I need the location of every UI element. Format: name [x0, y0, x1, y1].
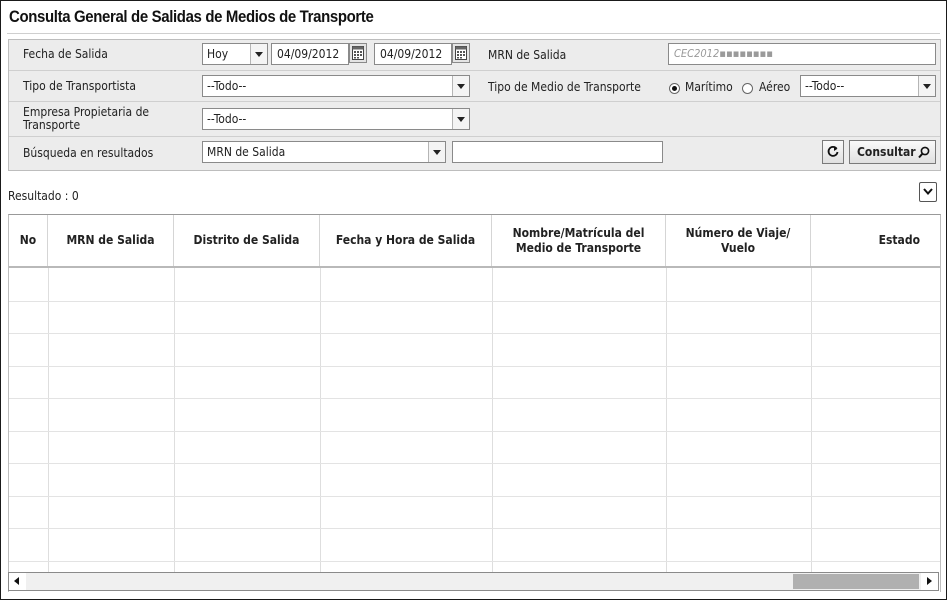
horizontal-scrollbar[interactable] [8, 572, 939, 591]
result-count: Resultado : 0 [8, 189, 79, 203]
medio-transporte-value: --Todo-- [805, 79, 845, 93]
refresh-icon [827, 146, 839, 157]
fecha-salida-label: Fecha de Salida [23, 47, 108, 61]
medio-transporte-select[interactable]: --Todo-- [800, 75, 936, 97]
tipo-medio-label: Tipo de Medio de Transporte [488, 80, 641, 94]
col-header-nombre-matricula[interactable]: Nombre/Matrícula del Medio de Transporte [492, 215, 666, 266]
page-title: Consulta General de Salidas de Medios de… [9, 7, 374, 26]
col-header-distrito[interactable]: Distrito de Salida [174, 215, 320, 266]
col-header-numero-viaje[interactable]: Número de Viaje/ Vuelo [666, 215, 811, 266]
table-header: No MRN de Salida Distrito de Salida Fech… [9, 215, 940, 268]
mrn-salida-input[interactable]: CEC2012▪▪▪▪▪▪▪▪ [668, 43, 936, 65]
aereo-radio[interactable] [742, 83, 753, 94]
fecha-period-select[interactable]: Hoy [202, 43, 268, 65]
busqueda-field-select[interactable]: MRN de Salida [202, 141, 446, 163]
scrollbar-thumb[interactable] [793, 574, 919, 589]
maritimo-radio[interactable] [669, 83, 680, 94]
search-form: Fecha de Salida Hoy 04/09/2012 04/09/201… [8, 39, 941, 171]
calendar-icon[interactable] [349, 43, 367, 63]
chevron-down-icon [452, 109, 469, 129]
results-table: No MRN de Salida Distrito de Salida Fech… [8, 214, 941, 592]
window: Consulta General de Salidas de Medios de… [0, 0, 947, 600]
consultar-label: Consultar [857, 145, 916, 159]
title-divider [7, 33, 940, 34]
empresa-value: --Todo-- [207, 112, 247, 126]
fecha-period-value: Hoy [207, 47, 229, 61]
maritimo-label: Marítimo [685, 80, 733, 94]
form-row-busqueda: Búsqueda en resultados MRN de Salida Con… [9, 137, 940, 170]
search-icon [918, 146, 930, 159]
scroll-left-arrow-icon[interactable] [9, 573, 26, 590]
col-header-estado[interactable]: Estado [811, 215, 940, 266]
scroll-right-arrow-icon[interactable] [921, 573, 938, 590]
form-row-transportista: Tipo de Transportista --Todo-- Tipo de M… [9, 71, 940, 102]
chevron-down-icon [452, 76, 469, 96]
fecha-hasta-input[interactable]: 04/09/2012 [374, 43, 452, 65]
refresh-button[interactable] [822, 140, 844, 164]
col-header-fecha-hora[interactable]: Fecha y Hora de Salida [320, 215, 492, 266]
tipo-transportista-select[interactable]: --Todo-- [202, 75, 470, 97]
aereo-label: Aéreo [759, 80, 791, 94]
form-row-empresa: Empresa Propietaria de Transporte --Todo… [9, 102, 940, 137]
collapse-button[interactable] [919, 182, 937, 202]
busqueda-text-input[interactable] [452, 141, 663, 163]
chevron-down-icon [428, 142, 445, 162]
empresa-label: Empresa Propietaria de Transporte [23, 105, 150, 132]
form-row-fecha: Fecha de Salida Hoy 04/09/2012 04/09/201… [9, 40, 940, 71]
busqueda-field-value: MRN de Salida [207, 145, 286, 159]
tipo-transportista-value: --Todo-- [207, 79, 247, 93]
chevron-down-icon [918, 76, 935, 96]
chevron-down-icon [250, 44, 267, 64]
chevron-down-icon [923, 188, 933, 196]
fecha-desde-input[interactable]: 04/09/2012 [271, 43, 349, 65]
tipo-transportista-label: Tipo de Transportista [23, 79, 136, 93]
mrn-salida-label: MRN de Salida [488, 48, 567, 62]
col-header-no[interactable]: No [9, 215, 48, 266]
busqueda-label: Búsqueda en resultados [23, 146, 154, 160]
empresa-select[interactable]: --Todo-- [202, 108, 470, 130]
col-header-mrn[interactable]: MRN de Salida [48, 215, 174, 266]
consultar-button[interactable]: Consultar [849, 140, 936, 164]
calendar-icon[interactable] [452, 43, 470, 63]
